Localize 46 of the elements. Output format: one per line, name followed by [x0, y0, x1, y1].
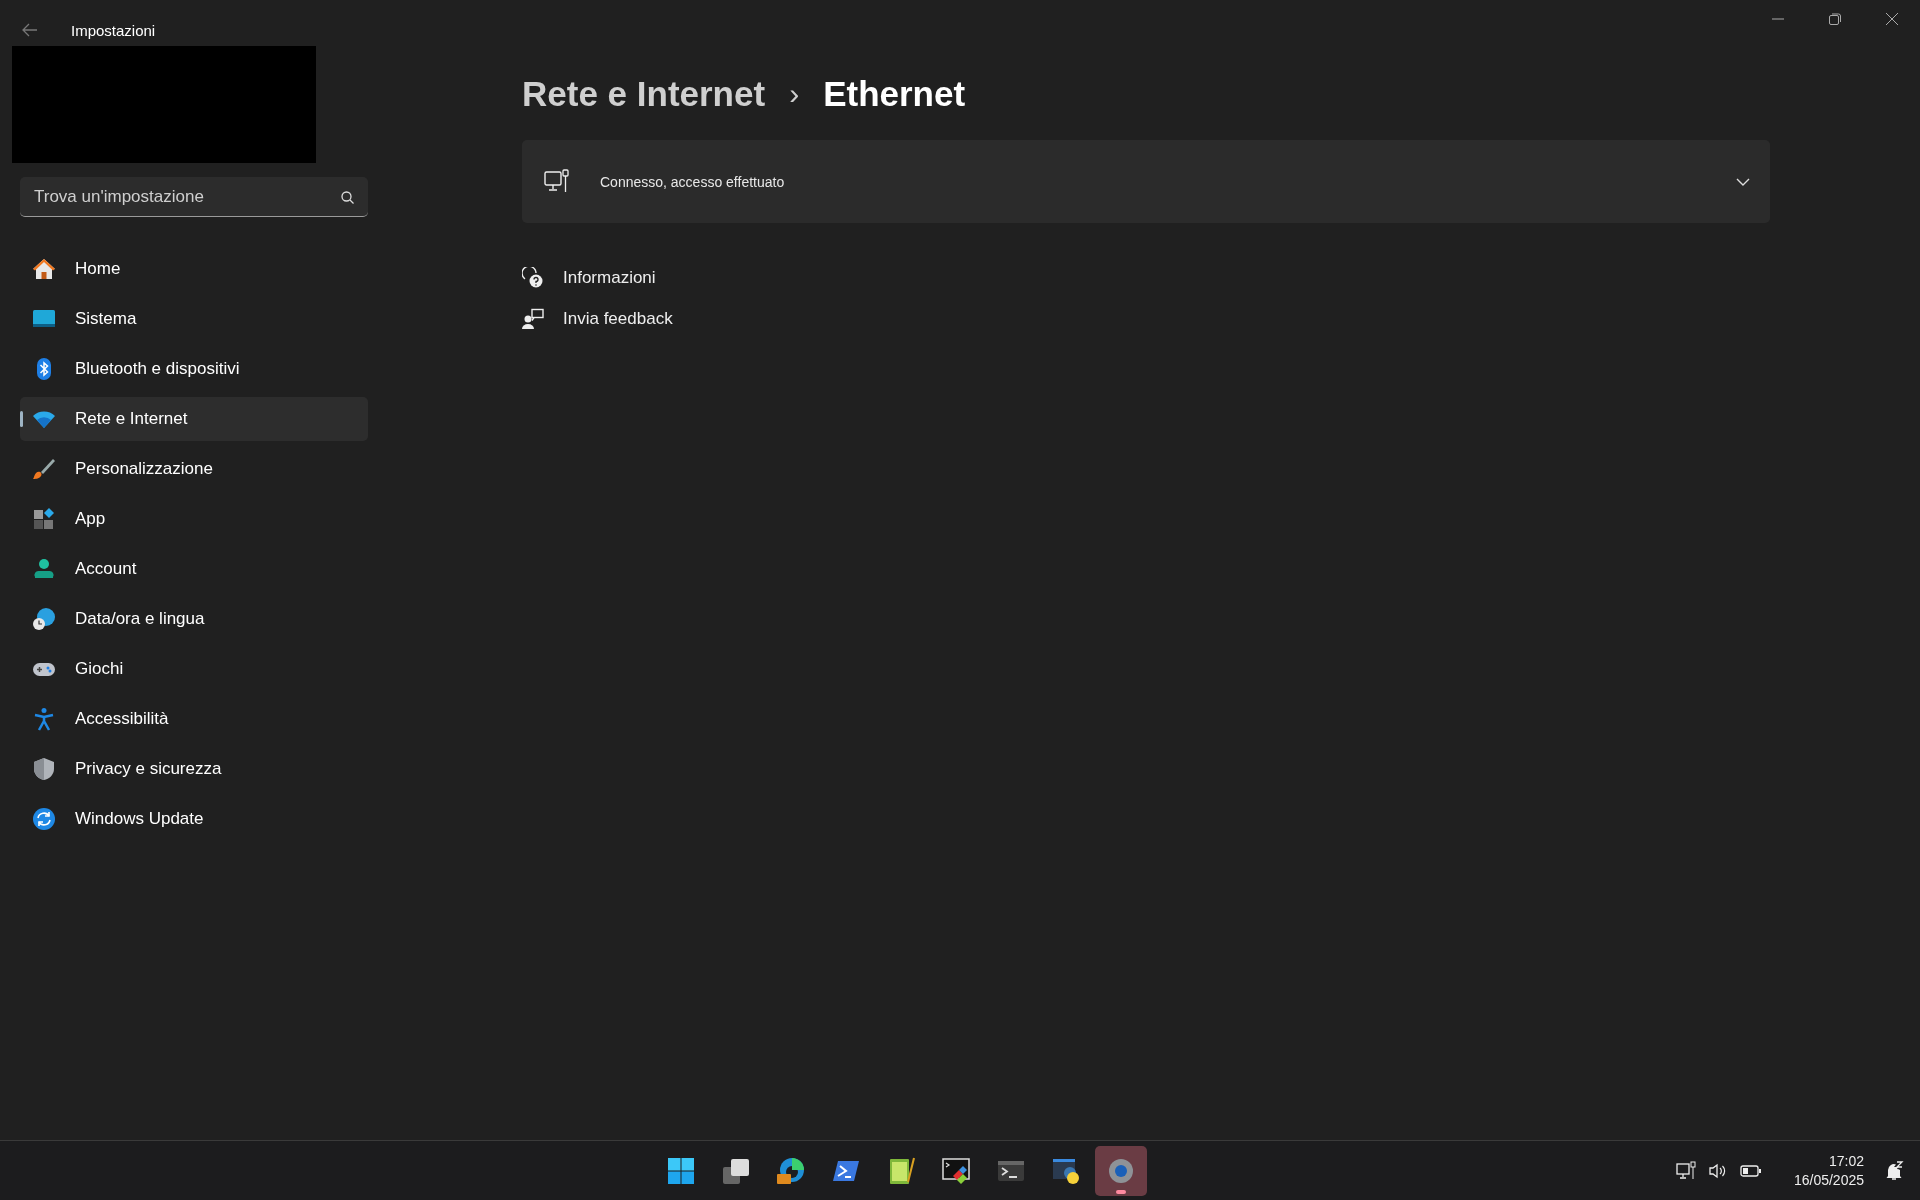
wired-monitor-icon	[544, 168, 570, 195]
link-text[interactable]: Invia feedback	[563, 309, 673, 329]
nav-item[interactable]: Personalizzazione	[20, 447, 368, 491]
back-arrow-icon[interactable]	[22, 23, 38, 37]
paintbrush-icon	[32, 457, 56, 481]
wired-network-icon[interactable]	[1675, 1160, 1696, 1181]
terminal-blocks-icon	[941, 1155, 971, 1186]
person-icon	[32, 557, 56, 581]
accessibility-icon	[32, 707, 56, 731]
nav-item[interactable]: App	[20, 497, 368, 541]
close-icon	[1885, 13, 1898, 25]
browser-icon	[776, 1155, 806, 1186]
home-icon	[32, 257, 56, 281]
page-title: Ethernet	[823, 74, 966, 114]
start-icon	[666, 1155, 696, 1186]
shield-icon	[32, 757, 56, 781]
nav-item[interactable]: Rete e Internet	[20, 397, 368, 441]
restore-icon	[1828, 13, 1841, 25]
feedback-person-icon	[522, 308, 544, 330]
help-chat-icon	[522, 267, 544, 289]
search-icon	[341, 191, 354, 204]
nav-item[interactable]: Home	[20, 247, 368, 291]
taskbar-app[interactable]	[1095, 1145, 1147, 1196]
globe-clock-icon	[32, 607, 56, 631]
chevron-icon[interactable]	[1736, 177, 1750, 186]
nav-item[interactable]: Privacy e sicurezza	[20, 747, 368, 791]
clock-date: 16/05/2025	[1793, 1170, 1864, 1190]
link-text[interactable]: Informazioni	[563, 268, 656, 288]
nav-item[interactable]: Data/ora e lingua	[20, 597, 368, 641]
connection-status: Connesso, accesso effettuato	[600, 173, 786, 190]
sync-icon	[32, 807, 56, 831]
nav-item[interactable]: Bluetooth e dispositivi	[20, 347, 368, 391]
clock[interactable]: 17:02 16/05/2025	[1793, 1151, 1864, 1190]
nav-item[interactable]: Accessibilità	[20, 697, 368, 741]
nav-item[interactable]: Sistema	[20, 297, 368, 341]
nav-item[interactable]: Account	[20, 547, 368, 591]
apps-icon	[32, 507, 56, 531]
bell-snooze-icon[interactable]	[1884, 1160, 1904, 1181]
window-title: Impostazioni	[71, 21, 156, 39]
nav-item[interactable]: Giochi	[20, 647, 368, 691]
breadcrumb-separator: ›	[789, 77, 800, 111]
clock-time: 17:02	[1828, 1151, 1864, 1171]
connection-card[interactable]: Connesso, accesso effettuato	[522, 140, 1770, 223]
search-field[interactable]: Trova un'impostazione	[20, 177, 368, 217]
breadcrumb-parent[interactable]: Rete e Internet	[522, 74, 766, 114]
nav-item[interactable]: Windows Update	[20, 797, 368, 841]
